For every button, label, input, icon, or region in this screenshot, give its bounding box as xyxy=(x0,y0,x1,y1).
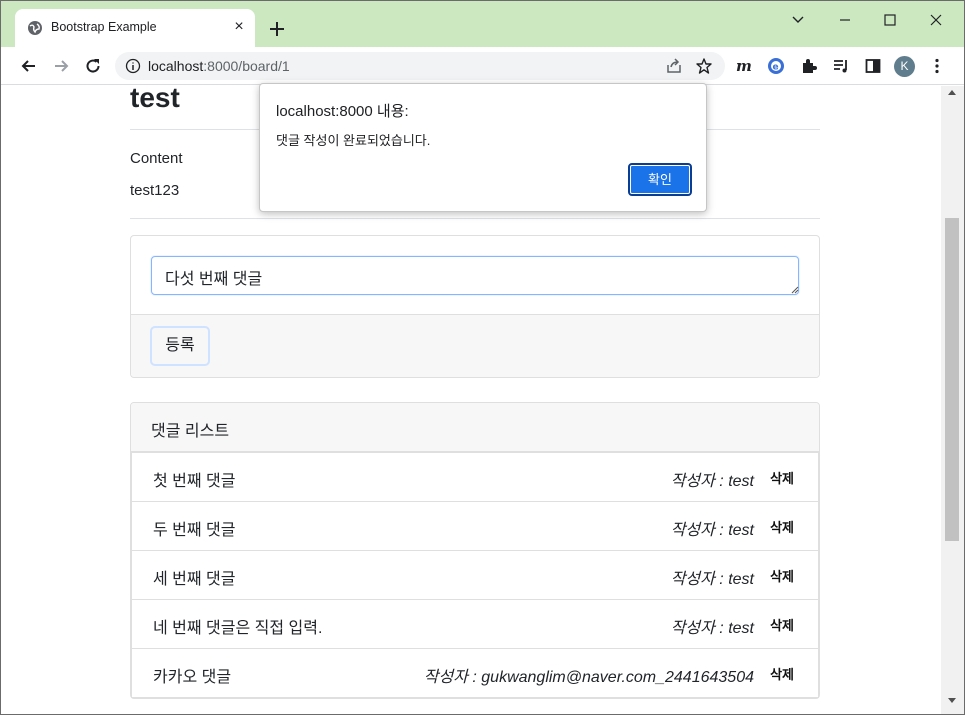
comment-row: 두 번째 댓글 작성자 : test 삭제 xyxy=(131,501,819,550)
svg-text:m: m xyxy=(736,57,752,75)
divider xyxy=(130,218,820,219)
extensions-puzzle-icon[interactable] xyxy=(800,57,818,75)
comment-list-title: 댓글 리스트 xyxy=(151,423,230,440)
delete-comment-button[interactable]: 삭제 xyxy=(770,468,794,487)
comment-author: 작성자 : test xyxy=(670,620,754,637)
comment-form-footer: 등록 xyxy=(131,314,819,377)
share-icon[interactable] xyxy=(665,57,683,75)
bookmark-star-icon[interactable] xyxy=(695,57,713,75)
comment-row: 네 번째 댓글은 직접 입력. 작성자 : test 삭제 xyxy=(131,599,819,648)
comment-textarea[interactable]: 다섯 번째 댓글 xyxy=(151,256,799,295)
comment-text: 세 번째 댓글 xyxy=(153,571,236,588)
scroll-up-arrow-icon[interactable] xyxy=(948,90,956,95)
url-path: :8000/board/1 xyxy=(203,58,290,74)
delete-comment-button[interactable]: 삭제 xyxy=(770,615,794,634)
comment-text: 첫 번째 댓글 xyxy=(153,473,236,490)
scroll-thumb[interactable] xyxy=(945,218,959,541)
scroll-down-arrow-icon[interactable] xyxy=(948,698,956,703)
tab-search-chevron-icon[interactable] xyxy=(788,11,808,29)
browser-tab[interactable]: Bootstrap Example × xyxy=(15,9,255,47)
comment-row: 세 번째 댓글 작성자 : test 삭제 xyxy=(131,550,819,599)
close-window-icon[interactable] xyxy=(926,11,946,29)
tab-close-icon[interactable]: × xyxy=(231,19,247,35)
forward-arrow-icon[interactable] xyxy=(51,56,71,76)
kebab-menu-icon[interactable] xyxy=(928,57,946,75)
post-title: test xyxy=(130,86,180,113)
delete-comment-button[interactable]: 삭제 xyxy=(770,517,794,536)
content-text: test123 xyxy=(130,182,180,199)
submit-comment-button[interactable]: 등록 xyxy=(150,326,210,366)
tab-title: Bootstrap Example xyxy=(51,20,157,34)
comment-author: 작성자 : gukwanglim@naver.com_2441643504 xyxy=(423,669,754,686)
vertical-scrollbar[interactable] xyxy=(941,86,964,714)
globe-icon xyxy=(28,21,42,35)
delete-comment-button[interactable]: 삭제 xyxy=(770,664,794,683)
side-panel-icon[interactable] xyxy=(864,57,882,75)
media-playlist-icon[interactable] xyxy=(832,57,850,75)
comment-text: 카카오 댓글 xyxy=(153,669,232,686)
maximize-icon[interactable] xyxy=(880,11,900,29)
profile-avatar[interactable]: K xyxy=(894,56,915,77)
new-tab-plus-icon[interactable] xyxy=(267,19,287,39)
reload-icon[interactable] xyxy=(83,56,103,76)
address-bar[interactable]: localhost:8000/board/1 xyxy=(115,52,725,80)
browser-toolbar: localhost:8000/board/1 m e K xyxy=(1,47,964,85)
tab-strip: Bootstrap Example × xyxy=(1,1,964,47)
back-arrow-icon[interactable] xyxy=(19,56,39,76)
alert-ok-button[interactable]: 확인 xyxy=(628,163,692,196)
content-label: Content xyxy=(130,150,183,167)
extension-m-icon[interactable]: m xyxy=(735,57,753,75)
comment-row: 첫 번째 댓글 작성자 : test 삭제 xyxy=(131,452,819,501)
url-host: localhost xyxy=(148,58,204,74)
resize-grip-icon[interactable] xyxy=(791,286,799,294)
url-text: localhost:8000/board/1 xyxy=(148,58,290,74)
svg-text:e: e xyxy=(773,63,779,73)
delete-comment-button[interactable]: 삭제 xyxy=(770,566,794,585)
alert-title: localhost:8000 내용: xyxy=(276,103,409,120)
extension-circle-icon[interactable]: e xyxy=(767,57,785,75)
minimize-icon[interactable] xyxy=(835,11,855,29)
comment-author: 작성자 : test xyxy=(670,522,754,539)
comment-list-card: 댓글 리스트 첫 번째 댓글 작성자 : test 삭제 두 번째 댓글 작성자… xyxy=(130,402,820,699)
comment-row: 카카오 댓글 작성자 : gukwanglim@naver.com_244164… xyxy=(131,648,819,698)
alert-dialog: localhost:8000 내용: 댓글 작성이 완료되었습니다. 확인 xyxy=(259,83,707,212)
comment-form-card: 다섯 번째 댓글 등록 xyxy=(130,235,820,378)
info-icon[interactable] xyxy=(125,58,141,74)
browser-window: Bootstrap Example × localhost:8000/board… xyxy=(0,0,965,715)
comment-author: 작성자 : test xyxy=(670,571,754,588)
alert-message: 댓글 작성이 완료되었습니다. xyxy=(276,133,431,148)
comment-text: 두 번째 댓글 xyxy=(153,522,236,539)
comment-text: 네 번째 댓글은 직접 입력. xyxy=(153,620,323,637)
comment-author: 작성자 : test xyxy=(670,473,754,490)
comment-list-header: 댓글 리스트 xyxy=(131,403,819,452)
